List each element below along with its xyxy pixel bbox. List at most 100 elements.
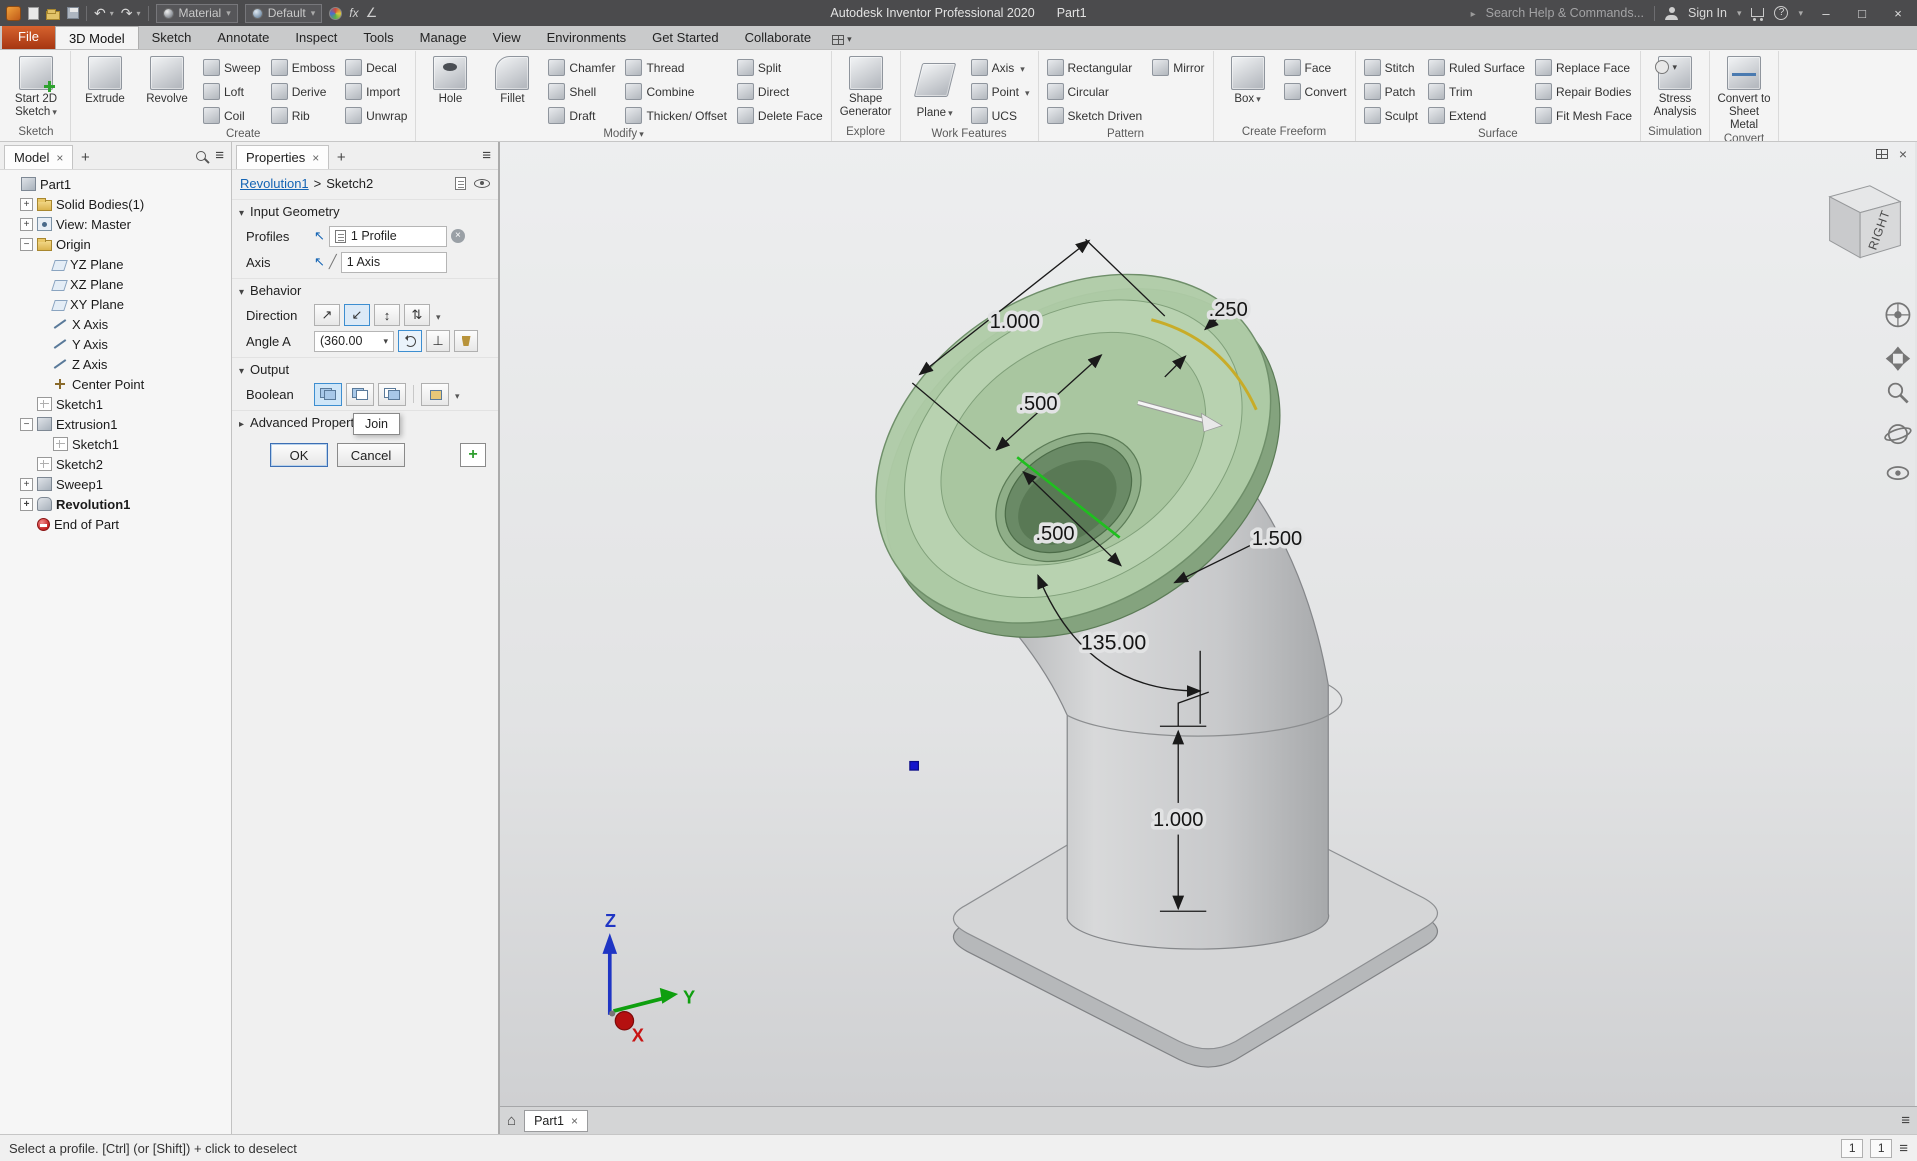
tree-item-part1[interactable]: Part1 [0, 174, 231, 194]
ribbon-button-sweep[interactable]: Sweep [199, 56, 265, 79]
select-cursor-icon[interactable]: ↖ [314, 254, 325, 270]
ribbon-button-box[interactable]: Box [1218, 53, 1278, 125]
tree-expander-icon[interactable]: + [20, 198, 33, 211]
add-browser-tab-button[interactable]: + [75, 147, 95, 169]
direction-asymmetric-button[interactable]: ⇅ [404, 304, 430, 326]
tree-item-sketch2[interactable]: Sketch2 [0, 454, 231, 474]
ribbon-button-hole[interactable]: Hole [420, 53, 480, 127]
home-icon[interactable] [507, 1112, 516, 1129]
ribbon-button-draft[interactable]: Draft [544, 104, 619, 127]
chevron-down-icon[interactable] [434, 308, 441, 323]
ribbon-button-direct[interactable]: Direct [733, 80, 827, 103]
tree-item-z-axis[interactable]: Z Axis [0, 354, 231, 374]
viewport[interactable]: 1.000 .250 .500 .500 1.500 135.00 1.000 … [500, 142, 1917, 1134]
ribbon-button-fit-mesh-face[interactable]: Fit Mesh Face [1531, 104, 1636, 127]
open-file-icon[interactable] [46, 11, 60, 20]
direction-default-button[interactable]: ↗ [314, 304, 340, 326]
boolean-join-button[interactable] [314, 383, 342, 406]
measure-button[interactable] [454, 330, 478, 352]
sign-in-button[interactable]: Sign In [1688, 6, 1727, 20]
ribbon-button-import[interactable]: Import [341, 80, 411, 103]
tree-item-sketch1[interactable]: Sketch1 [0, 394, 231, 414]
axis-field[interactable]: 1 Axis [341, 252, 447, 273]
ribbon-tab-get-started[interactable]: Get Started [639, 26, 731, 49]
profiles-field[interactable]: 1 Profile [329, 226, 447, 247]
tree-item-end-of-part[interactable]: End of Part [0, 514, 231, 534]
tree-item-yz-plane[interactable]: YZ Plane [0, 254, 231, 274]
help-icon[interactable] [1774, 6, 1788, 20]
ribbon-button-derive[interactable]: Derive [267, 80, 339, 103]
ribbon-button-convert-to-sheet-metal[interactable]: Convert to Sheet Metal [1714, 53, 1774, 132]
ribbon-button-convert[interactable]: Convert [1280, 80, 1351, 103]
close-icon[interactable] [571, 1114, 578, 1128]
clear-selection-icon[interactable] [451, 229, 465, 243]
feature-list-icon[interactable] [455, 177, 466, 190]
angle-input[interactable]: (360.00 ▾ [314, 331, 394, 352]
app-logo-icon[interactable] [6, 6, 21, 21]
chevron-right-icon[interactable] [1471, 6, 1476, 20]
boolean-cut-button[interactable] [346, 383, 374, 406]
appearance-palette-icon[interactable] [329, 7, 342, 20]
save-icon[interactable] [67, 7, 79, 19]
boolean-new-solid-button[interactable] [421, 383, 449, 406]
cancel-button[interactable]: Cancel [337, 443, 405, 467]
undo-icon[interactable] [94, 5, 106, 22]
ribbon-button-extend[interactable]: Extend [1424, 104, 1529, 127]
ribbon-button-point[interactable]: Point [967, 80, 1034, 103]
ribbon-button-combine[interactable]: Combine [621, 80, 730, 103]
ribbon-tab-environments[interactable]: Environments [534, 26, 639, 49]
section-behavior[interactable]: Behavior [232, 278, 498, 302]
document-tab-part1[interactable]: Part1 [524, 1110, 588, 1132]
dock-grid-icon[interactable] [1876, 149, 1888, 159]
ribbon-appearance-toggle[interactable]: ▾ [832, 34, 852, 45]
tree-expander-icon[interactable]: − [20, 418, 33, 431]
chevron-down-icon[interactable]: ▾ [110, 9, 114, 18]
ribbon-button-shape-generator[interactable]: Shape Generator [836, 53, 896, 125]
view-cube[interactable]: RIGHT [1830, 186, 1901, 258]
ribbon-button-decal[interactable]: Decal [341, 56, 411, 79]
tree-item-revolution1[interactable]: +Revolution1 [0, 494, 231, 514]
tree-item-center-point[interactable]: Center Point [0, 374, 231, 394]
ribbon-button-thread[interactable]: Thread [621, 56, 730, 79]
maximize-button[interactable]: □ [1849, 6, 1875, 21]
navigation-wheel-icon[interactable] [1886, 303, 1909, 326]
ribbon-button-face[interactable]: Face [1280, 56, 1351, 79]
ribbon-button-repair-bodies[interactable]: Repair Bodies [1531, 80, 1636, 103]
ribbon-button-fillet[interactable]: Fillet [482, 53, 542, 127]
tree-item-sweep1[interactable]: +Sweep1 [0, 474, 231, 494]
section-output[interactable]: Output [232, 357, 498, 381]
preview-visibility-icon[interactable] [474, 179, 490, 188]
ribbon-tab-manage[interactable]: Manage [407, 26, 480, 49]
ribbon-button-delete-face[interactable]: Delete Face [733, 104, 827, 127]
store-cart-icon[interactable] [1751, 8, 1764, 17]
add-preset-button[interactable]: + [460, 443, 486, 467]
ribbon-button-trim[interactable]: Trim [1424, 80, 1529, 103]
ribbon-button-mirror[interactable]: Mirror [1148, 56, 1208, 79]
ribbon-button-rectangular[interactable]: Rectangular [1043, 56, 1147, 79]
chevron-down-icon[interactable]: ▾ [1798, 8, 1803, 19]
tab-model[interactable]: Model [4, 145, 73, 169]
select-cursor-icon[interactable]: ↖ [314, 228, 325, 244]
boolean-intersect-button[interactable] [378, 383, 406, 406]
ribbon-tab-collaborate[interactable]: Collaborate [732, 26, 825, 49]
document-tabs-menu-icon[interactable] [1901, 1112, 1910, 1129]
tree-item-view-master[interactable]: +View: Master [0, 214, 231, 234]
chevron-down-icon[interactable]: ▾ [136, 9, 140, 18]
tree-expander-icon[interactable]: + [20, 498, 33, 511]
chevron-down-icon[interactable]: ▾ [1737, 8, 1742, 19]
tab-properties[interactable]: Properties [236, 145, 329, 169]
full-revolution-button[interactable] [398, 330, 422, 352]
ribbon-button-patch[interactable]: Patch [1360, 80, 1422, 103]
ribbon-button-unwrap[interactable]: Unwrap [341, 104, 411, 127]
ribbon-tab-view[interactable]: View [480, 26, 534, 49]
direction-symmetric-button[interactable]: ↕ [374, 304, 400, 326]
tree-item-extrusion1[interactable]: −Extrusion1 [0, 414, 231, 434]
ribbon-button-axis[interactable]: Axis [967, 56, 1034, 79]
ribbon-button-thicken-offset[interactable]: Thicken/ Offset [621, 104, 730, 127]
section-input-geometry[interactable]: Input Geometry [232, 199, 498, 223]
selection-point[interactable] [910, 762, 919, 771]
search-icon[interactable] [196, 151, 206, 161]
ribbon-tab-inspect[interactable]: Inspect [282, 26, 350, 49]
ribbon-button-revolve[interactable]: Revolve [137, 53, 197, 127]
tree-item-sketch1[interactable]: Sketch1 [0, 434, 231, 454]
